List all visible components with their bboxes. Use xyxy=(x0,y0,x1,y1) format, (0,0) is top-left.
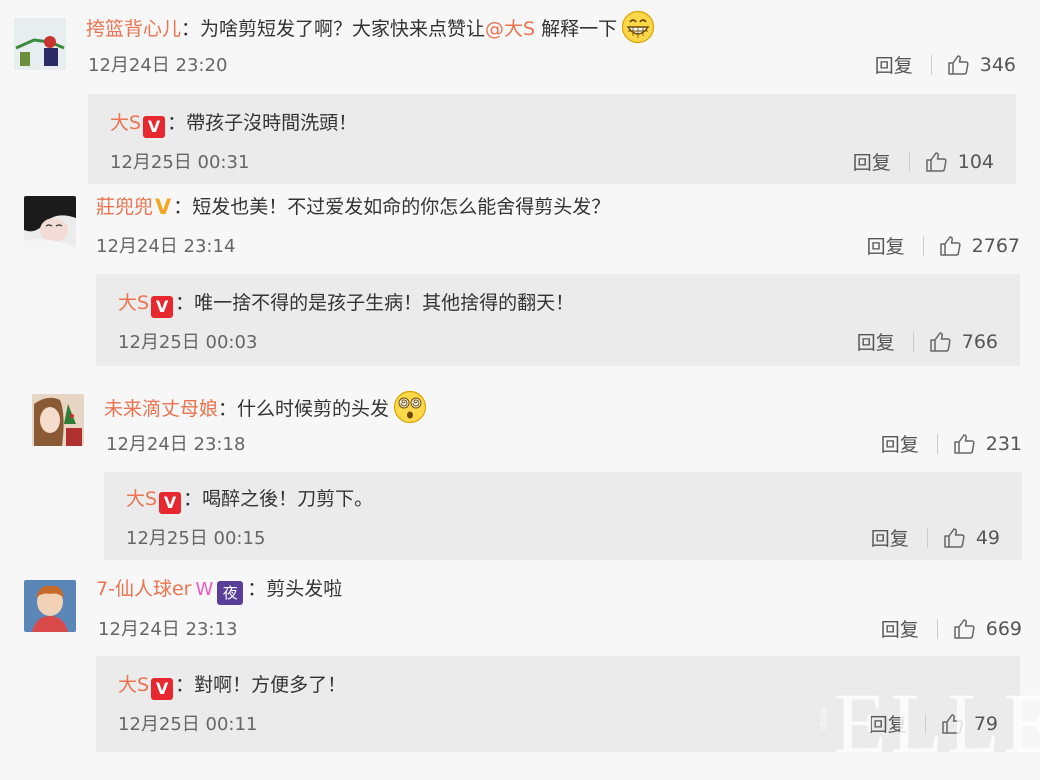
reply-body: ：唯一捨不得的是孩子生病！其他捨得的翻天！ xyxy=(175,292,575,314)
reply-time: 12月25日 00:31 xyxy=(110,152,250,173)
like-count: 669 xyxy=(985,617,1022,640)
like-icon[interactable] xyxy=(952,432,976,456)
reply-text: 大S V ：喝醉之後！刀剪下。 xyxy=(126,486,373,514)
like-count: 2767 xyxy=(971,234,1020,257)
avatar-image xyxy=(14,18,66,70)
elle-watermark-logo: china ELLE xyxy=(818,675,1040,770)
comment-text: 莊兜兜V ：短发也美！不过爱发如命的你怎么能舍得剪头发？ xyxy=(96,194,610,220)
reply-time: 12月25日 00:03 xyxy=(118,332,258,353)
username-link[interactable]: 挎篮背心儿 xyxy=(86,18,181,40)
like-icon[interactable] xyxy=(952,617,976,641)
verified-badge-icon: V xyxy=(159,492,182,514)
reply-box: 大S V ：帶孩子沒時間洗頭！ 12月25日 00:31 回复 104 xyxy=(88,94,1016,184)
username-link[interactable]: 未来滴丈母娘 xyxy=(104,398,218,420)
reply-button[interactable]: 回复 xyxy=(867,232,905,259)
like-icon[interactable] xyxy=(942,526,966,550)
verified-badge-icon: V xyxy=(151,296,174,318)
watermark-sub: china xyxy=(818,708,829,730)
avatar[interactable] xyxy=(32,394,84,446)
avatar[interactable] xyxy=(14,18,66,70)
comment-actions: 回复 2767 xyxy=(867,232,1020,259)
reply-actions: 回复 49 xyxy=(871,524,1000,551)
reply-text: 大S V ：帶孩子沒時間洗頭！ xyxy=(110,110,357,138)
username-link[interactable]: 大S xyxy=(118,674,149,696)
comment-text: 未来滴丈母娘：什么时候剪的头发 xyxy=(104,390,427,424)
reply-body: ：對啊！方便多了！ xyxy=(175,674,347,696)
divider xyxy=(936,433,938,454)
username-link[interactable]: 莊兜兜 xyxy=(96,196,153,218)
divider xyxy=(908,151,910,172)
like-count: 49 xyxy=(975,526,1000,549)
like-count: 104 xyxy=(957,150,994,173)
reply-button[interactable]: 回复 xyxy=(875,51,913,78)
comment-body: ：剪头发啦 xyxy=(247,578,343,600)
comment-text: 7-仙人球er W 夜：剪头发啦 xyxy=(96,576,342,605)
reply-body: ：帶孩子沒時間洗頭！ xyxy=(167,112,358,134)
like-icon[interactable] xyxy=(928,330,952,354)
reply-text: 大S V ：唯一捨不得的是孩子生病！其他捨得的翻天！ xyxy=(118,290,574,318)
comment-item: 莊兜兜V ：短发也美！不过爱发如命的你怎么能舍得剪头发？ 12月24日 23:14… xyxy=(0,190,1040,375)
comment-time: 12月24日 23:14 xyxy=(96,236,236,257)
avatar-image xyxy=(24,196,76,248)
avatar-image xyxy=(24,580,76,632)
comment-actions: 回复 231 xyxy=(881,430,1022,457)
comment-body: ：为啥剪短发了啊？大家快来点赞让 xyxy=(181,18,486,40)
avatar-image xyxy=(32,394,84,446)
divider xyxy=(936,618,938,639)
reply-button[interactable]: 回复 xyxy=(881,615,919,642)
like-icon[interactable] xyxy=(924,150,948,174)
grin-emoji-icon xyxy=(622,10,655,44)
username-link[interactable]: 大S xyxy=(126,488,157,510)
like-icon[interactable] xyxy=(938,234,962,258)
username-link[interactable]: 7-仙人球er xyxy=(96,578,191,600)
like-count: 346 xyxy=(979,53,1016,76)
divider xyxy=(930,54,932,75)
comment-time: 12月24日 23:18 xyxy=(106,434,246,455)
comment-body-tail: 解释一下 xyxy=(535,18,618,40)
comment-actions: 回复 669 xyxy=(881,615,1022,642)
like-count: 231 xyxy=(985,432,1022,455)
avatar[interactable] xyxy=(24,196,76,248)
reply-button[interactable]: 回复 xyxy=(871,524,909,551)
verified-gold-icon: V xyxy=(155,195,172,219)
like-icon[interactable] xyxy=(946,53,970,77)
verified-badge-icon: V xyxy=(151,678,174,700)
like-count: 766 xyxy=(961,330,998,353)
avatar[interactable] xyxy=(24,580,76,632)
reply-button[interactable]: 回复 xyxy=(857,328,895,355)
comment-item: 挎篮背心儿：为啥剪短发了啊？大家快来点赞让@大S 解释一下 12月24日 23:… xyxy=(0,0,1040,190)
reply-box: 大S V ：唯一捨不得的是孩子生病！其他捨得的翻天！ 12月25日 00:03 回复… xyxy=(96,274,1020,366)
w-badge-icon: W xyxy=(195,579,214,600)
comment-body: ：什么时候剪的头发 xyxy=(218,398,390,420)
comment-time: 12月24日 23:20 xyxy=(88,55,228,76)
comment-body: ：短发也美！不过爱发如命的你怎么能舍得剪头发？ xyxy=(173,196,611,218)
divider xyxy=(922,235,924,256)
reply-text: 大S V ：對啊！方便多了！ xyxy=(118,672,346,700)
username-link[interactable]: 大S xyxy=(110,112,141,134)
reply-time: 12月25日 00:15 xyxy=(126,528,266,549)
reply-box: 大S V ：喝醉之後！刀剪下。 12月25日 00:15 回复 49 xyxy=(104,472,1022,560)
reply-time: 12月25日 00:11 xyxy=(118,714,258,735)
mention-link[interactable]: @大S xyxy=(485,18,535,40)
username-link[interactable]: 大S xyxy=(118,292,149,314)
divider xyxy=(912,331,914,352)
divider xyxy=(926,527,928,548)
watermark-brand: ELLE xyxy=(834,675,1040,770)
comment-time: 12月24日 23:13 xyxy=(98,619,238,640)
reply-actions: 回复 104 xyxy=(853,148,994,175)
comment-item: 未来滴丈母娘：什么时候剪的头发 12月24日 23:18 回复 231 大S V：… xyxy=(0,380,1040,570)
comment-text: 挎篮背心儿：为啥剪短发了啊？大家快来点赞让@大S 解释一下 xyxy=(86,10,655,44)
comment-actions: 回复 346 xyxy=(875,51,1016,78)
verified-badge-icon: V xyxy=(143,116,166,138)
reply-button[interactable]: 回复 xyxy=(853,148,891,175)
reply-actions: 回复 766 xyxy=(857,328,998,355)
reply-button[interactable]: 回复 xyxy=(881,430,919,457)
night-badge-icon: 夜 xyxy=(217,581,244,605)
reply-body: ：喝醉之後！刀剪下。 xyxy=(183,488,374,510)
dizzy-emoji-icon xyxy=(393,390,427,424)
